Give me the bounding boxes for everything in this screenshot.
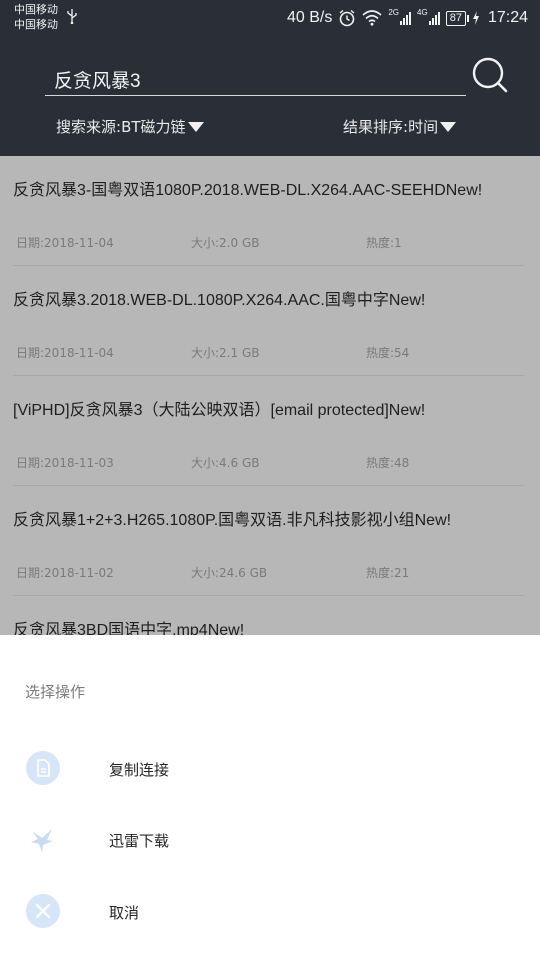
result-heat: 热度:1 xyxy=(366,236,402,250)
result-heat: 热度:21 xyxy=(366,566,410,580)
battery-level: 87 xyxy=(445,10,470,26)
search-underline xyxy=(45,95,466,96)
cancel-action[interactable]: 取消 xyxy=(0,881,540,941)
search-icon[interactable] xyxy=(468,55,512,95)
action-sheet: 选择操作 复制连接 迅雷下载 取消 xyxy=(0,635,540,960)
sort-filter-label: 结果排序: xyxy=(343,118,409,136)
result-title: 反贪风暴3-国粤双语1080P.2018.WEB-DL.X264.AAC-SEE… xyxy=(13,182,483,199)
result-date: 日期:2018-11-04 xyxy=(16,346,114,360)
result-size: 大小:2.0 GB xyxy=(191,236,260,250)
sort-filter[interactable]: 结果排序: 时间 xyxy=(343,116,457,137)
list-item[interactable]: 反贪风暴3.2018.WEB-DL.1080P.X264.AAC.国粤中字New… xyxy=(0,266,540,376)
action-label: 取消 xyxy=(109,904,140,922)
action-label: 复制连接 xyxy=(109,761,170,779)
thunder-bird-icon xyxy=(31,829,53,852)
status-icons: 40 B/s 2G 4G 87 17:24 xyxy=(287,6,528,30)
result-title: 反贪风暴3BD国语中字.mp4New! xyxy=(13,622,245,635)
signal-bars-icon xyxy=(400,11,412,25)
result-size: 大小:4.6 GB xyxy=(191,456,260,470)
list-item[interactable]: [ViPHD]反贪风暴3（大陆公映双语）[email protected]New… xyxy=(0,376,540,486)
list-item[interactable]: 反贪风暴1+2+3.H265.1080P.国粤双语.非凡科技影视小组New! 日… xyxy=(0,486,540,596)
source-filter-value: BT磁力链 xyxy=(121,118,186,136)
result-title: 反贪风暴1+2+3.H265.1080P.国粤双语.非凡科技影视小组New! xyxy=(13,512,452,529)
result-date: 日期:2018-11-03 xyxy=(16,456,114,470)
status-bar: 中国移动 中国移动 40 B/s 2G 4G 87 17:24 xyxy=(0,0,540,38)
list-item[interactable]: 反贪风暴3BD国语中字.mp4New! xyxy=(0,596,540,635)
thunder-download-action[interactable]: 迅雷下载 xyxy=(0,809,540,869)
net-speed: 40 B/s xyxy=(287,9,333,26)
copy-link-action[interactable]: 复制连接 xyxy=(0,738,540,798)
source-filter-label: 搜索来源: xyxy=(56,118,122,136)
result-list: 反贪风暴3-国粤双语1080P.2018.WEB-DL.X264.AAC-SEE… xyxy=(0,156,540,635)
result-heat: 热度:54 xyxy=(366,346,410,360)
network-2g-label: 2G xyxy=(388,7,400,17)
charging-bolt-icon xyxy=(472,11,479,25)
alarm-icon xyxy=(339,9,355,27)
carrier-2: 中国移动 xyxy=(14,19,58,31)
dropdown-triangle-icon xyxy=(187,121,204,132)
dropdown-triangle-icon xyxy=(440,121,457,132)
result-title: [ViPHD]反贪风暴3（大陆公映双语）[email protected]New… xyxy=(13,402,426,419)
close-icon xyxy=(26,894,60,928)
sheet-title: 选择操作 xyxy=(25,683,86,701)
clock: 17:24 xyxy=(487,9,528,26)
sort-filter-value: 时间 xyxy=(408,118,439,136)
copy-file-icon xyxy=(26,751,60,785)
result-heat: 热度:48 xyxy=(366,456,410,470)
result-date: 日期:2018-11-02 xyxy=(16,566,114,580)
result-title: 反贪风暴3.2018.WEB-DL.1080P.X264.AAC.国粤中字New… xyxy=(13,292,426,309)
app-header: 中国移动 中国移动 40 B/s 2G 4G 87 17:24 反贪风暴3 搜索… xyxy=(0,0,540,156)
source-filter[interactable]: 搜索来源: BT磁力链 xyxy=(56,116,204,137)
carrier-1: 中国移动 xyxy=(14,4,58,16)
result-date: 日期:2018-11-04 xyxy=(16,236,114,250)
carrier-names: 中国移动 中国移动 xyxy=(14,3,58,33)
wifi-icon xyxy=(362,10,382,26)
usb-icon xyxy=(67,9,77,24)
search-input[interactable]: 反贪风暴3 xyxy=(54,66,141,93)
action-label: 迅雷下载 xyxy=(109,832,170,850)
result-size: 大小:2.1 GB xyxy=(191,346,260,360)
result-size: 大小:24.6 GB xyxy=(191,566,268,580)
list-item[interactable]: 反贪风暴3-国粤双语1080P.2018.WEB-DL.X264.AAC-SEE… xyxy=(0,156,540,266)
signal-bars-2-icon xyxy=(428,11,440,25)
network-4g-label: 4G xyxy=(417,7,428,17)
